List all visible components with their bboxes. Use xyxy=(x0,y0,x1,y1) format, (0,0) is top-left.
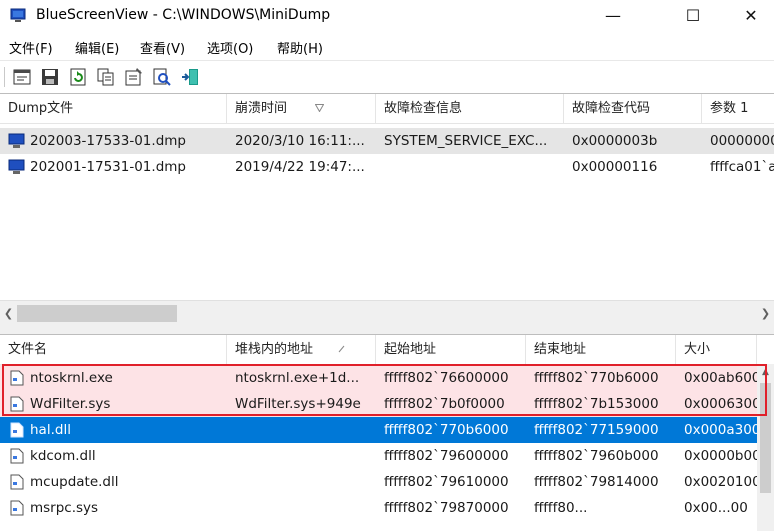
module-row[interactable]: kdcom.dll fffff802`79600000 fffff802`796… xyxy=(0,443,774,469)
stack-address xyxy=(227,443,376,469)
column-header-stack-address[interactable]: 堆栈内的地址 xyxy=(227,335,376,364)
module-filename: ntoskrnl.exe xyxy=(30,370,113,386)
properties-icon[interactable] xyxy=(124,67,144,87)
module-row[interactable]: ntoskrnl.exe ntoskrnl.exe+1d... fffff802… xyxy=(0,365,774,391)
start-address: fffff802`76600000 xyxy=(384,370,509,386)
parameter-1: ffffca01`a xyxy=(710,159,774,175)
dump-list-pane: Dump文件 崩溃时间 故障检查信息 故障检查代码 参数 1 202003-17… xyxy=(0,93,774,326)
column-header-dump-file[interactable]: Dump文件 xyxy=(0,94,227,123)
close-button[interactable]: ✕ xyxy=(728,0,774,31)
column-header-crash-time[interactable]: 崩溃时间 xyxy=(227,94,376,123)
module-filename: mcupdate.dll xyxy=(30,474,119,490)
column-header-size[interactable]: 大小 xyxy=(676,335,757,364)
bugcheck-code: 0x0000003b xyxy=(572,133,658,149)
copy-icon[interactable] xyxy=(96,67,116,87)
crash-time: 2020/3/10 16:11:... xyxy=(235,133,365,149)
module-size: 0x0006300 xyxy=(684,396,757,412)
module-size: 0x0020100 xyxy=(684,474,757,490)
bugcheck-string xyxy=(376,154,564,180)
title-bar: BlueScreenView - C:\WINDOWS\MiniDump — ☐… xyxy=(0,0,774,33)
minimize-button[interactable]: — xyxy=(590,0,636,31)
column-header-filename[interactable]: 文件名 xyxy=(0,335,227,364)
module-size: 0x00ab600 xyxy=(684,370,757,386)
column-header-start-address[interactable]: 起始地址 xyxy=(376,335,526,364)
column-header-end-address[interactable]: 结束地址 xyxy=(526,335,676,364)
sort-arrow-icon xyxy=(338,345,345,353)
parameter-1: 00000000 xyxy=(710,133,774,149)
dump-file-name: 202001-17531-01.dmp xyxy=(30,159,186,175)
column-header-parameter-1[interactable]: 参数 1 xyxy=(702,94,774,123)
module-list-header: 文件名 堆栈内的地址 起始地址 结束地址 大小 xyxy=(0,335,774,365)
dump-list-header: Dump文件 崩溃时间 故障检查信息 故障检查代码 参数 1 xyxy=(0,94,774,124)
html-report-icon[interactable] xyxy=(12,67,32,87)
menu-file[interactable]: 文件(F) xyxy=(9,38,53,57)
maximize-button[interactable]: ☐ xyxy=(670,0,716,31)
module-filename: hal.dll xyxy=(30,422,71,438)
module-row[interactable]: WdFilter.sys WdFilter.sys+949e fffff802`… xyxy=(0,391,774,417)
bluescreen-app-icon xyxy=(10,8,26,22)
start-address: fffff802`79870000 xyxy=(384,500,509,516)
scrollbar-thumb[interactable] xyxy=(760,383,771,493)
start-address: fffff802`79600000 xyxy=(384,448,509,464)
module-row-selected[interactable]: hal.dll fffff802`770b6000 fffff802`77159… xyxy=(0,417,774,443)
dump-row[interactable]: 202003-17533-01.dmp 2020/3/10 16:11:... … xyxy=(0,128,774,154)
start-address: fffff802`7b0f0000 xyxy=(384,396,505,412)
module-list-pane: 文件名 堆栈内的地址 起始地址 结束地址 大小 ntoskrnl.exe nto… xyxy=(0,334,774,531)
module-size: 0x0000b00 xyxy=(684,448,757,464)
column-header-stack-address-label: 堆栈内的地址 xyxy=(235,342,314,357)
menu-bar: 文件(F) 编辑(E) 查看(V) 选项(O) 帮助(H) xyxy=(0,34,774,59)
stack-address xyxy=(227,469,376,495)
vertical-scrollbar[interactable]: ▲ xyxy=(757,364,774,531)
menu-edit[interactable]: 编辑(E) xyxy=(75,38,119,57)
module-filename: msrpc.sys xyxy=(30,500,99,516)
module-filename: kdcom.dll xyxy=(30,448,96,464)
find-icon[interactable] xyxy=(152,67,172,87)
module-filename: WdFilter.sys xyxy=(30,396,111,412)
scroll-right-icon[interactable]: ❯ xyxy=(758,305,773,322)
menu-view[interactable]: 查看(V) xyxy=(140,38,185,57)
end-address: fffff802`770b6000 xyxy=(534,370,659,386)
menu-options[interactable]: 选项(O) xyxy=(207,38,253,57)
bugcheck-code: 0x00000116 xyxy=(572,159,658,175)
end-address: fffff802`79814000 xyxy=(534,474,659,490)
sort-arrow-icon xyxy=(315,104,324,112)
scroll-up-icon[interactable]: ▲ xyxy=(757,364,774,381)
end-address: fffff802`7960b000 xyxy=(534,448,659,464)
crash-time: 2019/4/22 19:47:... xyxy=(235,159,365,175)
column-header-crash-time-label: 崩溃时间 xyxy=(235,101,288,116)
stack-address xyxy=(227,417,376,443)
stack-address xyxy=(227,495,376,521)
dump-file-name: 202003-17533-01.dmp xyxy=(30,133,186,149)
scroll-left-icon[interactable]: ❮ xyxy=(1,305,16,322)
stack-address: WdFilter.sys+949e xyxy=(235,396,361,412)
window-title: BlueScreenView - C:\WINDOWS\MiniDump xyxy=(36,7,331,23)
column-header-bugcheck-string[interactable]: 故障检查信息 xyxy=(376,94,564,123)
column-header-bugcheck-code[interactable]: 故障检查代码 xyxy=(564,94,702,123)
start-address: fffff802`79610000 xyxy=(384,474,509,490)
end-address: fffff802`7b153000 xyxy=(534,396,659,412)
end-address: fffff80... xyxy=(534,500,588,516)
start-address: fffff802`770b6000 xyxy=(384,422,509,438)
toolbar xyxy=(0,60,774,93)
exit-icon[interactable] xyxy=(180,67,200,87)
pane-splitter[interactable] xyxy=(0,325,774,334)
bugcheck-string: SYSTEM_SERVICE_EXC... xyxy=(384,133,548,149)
refresh-icon[interactable] xyxy=(68,67,88,87)
module-row[interactable]: msrpc.sys fffff802`79870000 fffff80... 0… xyxy=(0,495,774,521)
end-address: fffff802`77159000 xyxy=(534,422,659,438)
scrollbar-thumb[interactable] xyxy=(17,305,177,322)
stack-address: ntoskrnl.exe+1d... xyxy=(235,370,360,386)
horizontal-scrollbar[interactable]: ❮ ❯ xyxy=(0,300,774,326)
menu-help[interactable]: 帮助(H) xyxy=(277,38,323,57)
dump-row[interactable]: 202001-17531-01.dmp 2019/4/22 19:47:... … xyxy=(0,154,774,180)
toolbar-grip xyxy=(4,67,8,87)
save-icon[interactable] xyxy=(40,67,60,87)
module-size: 0x000a300 xyxy=(684,422,757,438)
module-size: 0x00...00 xyxy=(684,500,748,516)
module-row[interactable]: mcupdate.dll fffff802`79610000 fffff802`… xyxy=(0,469,774,495)
